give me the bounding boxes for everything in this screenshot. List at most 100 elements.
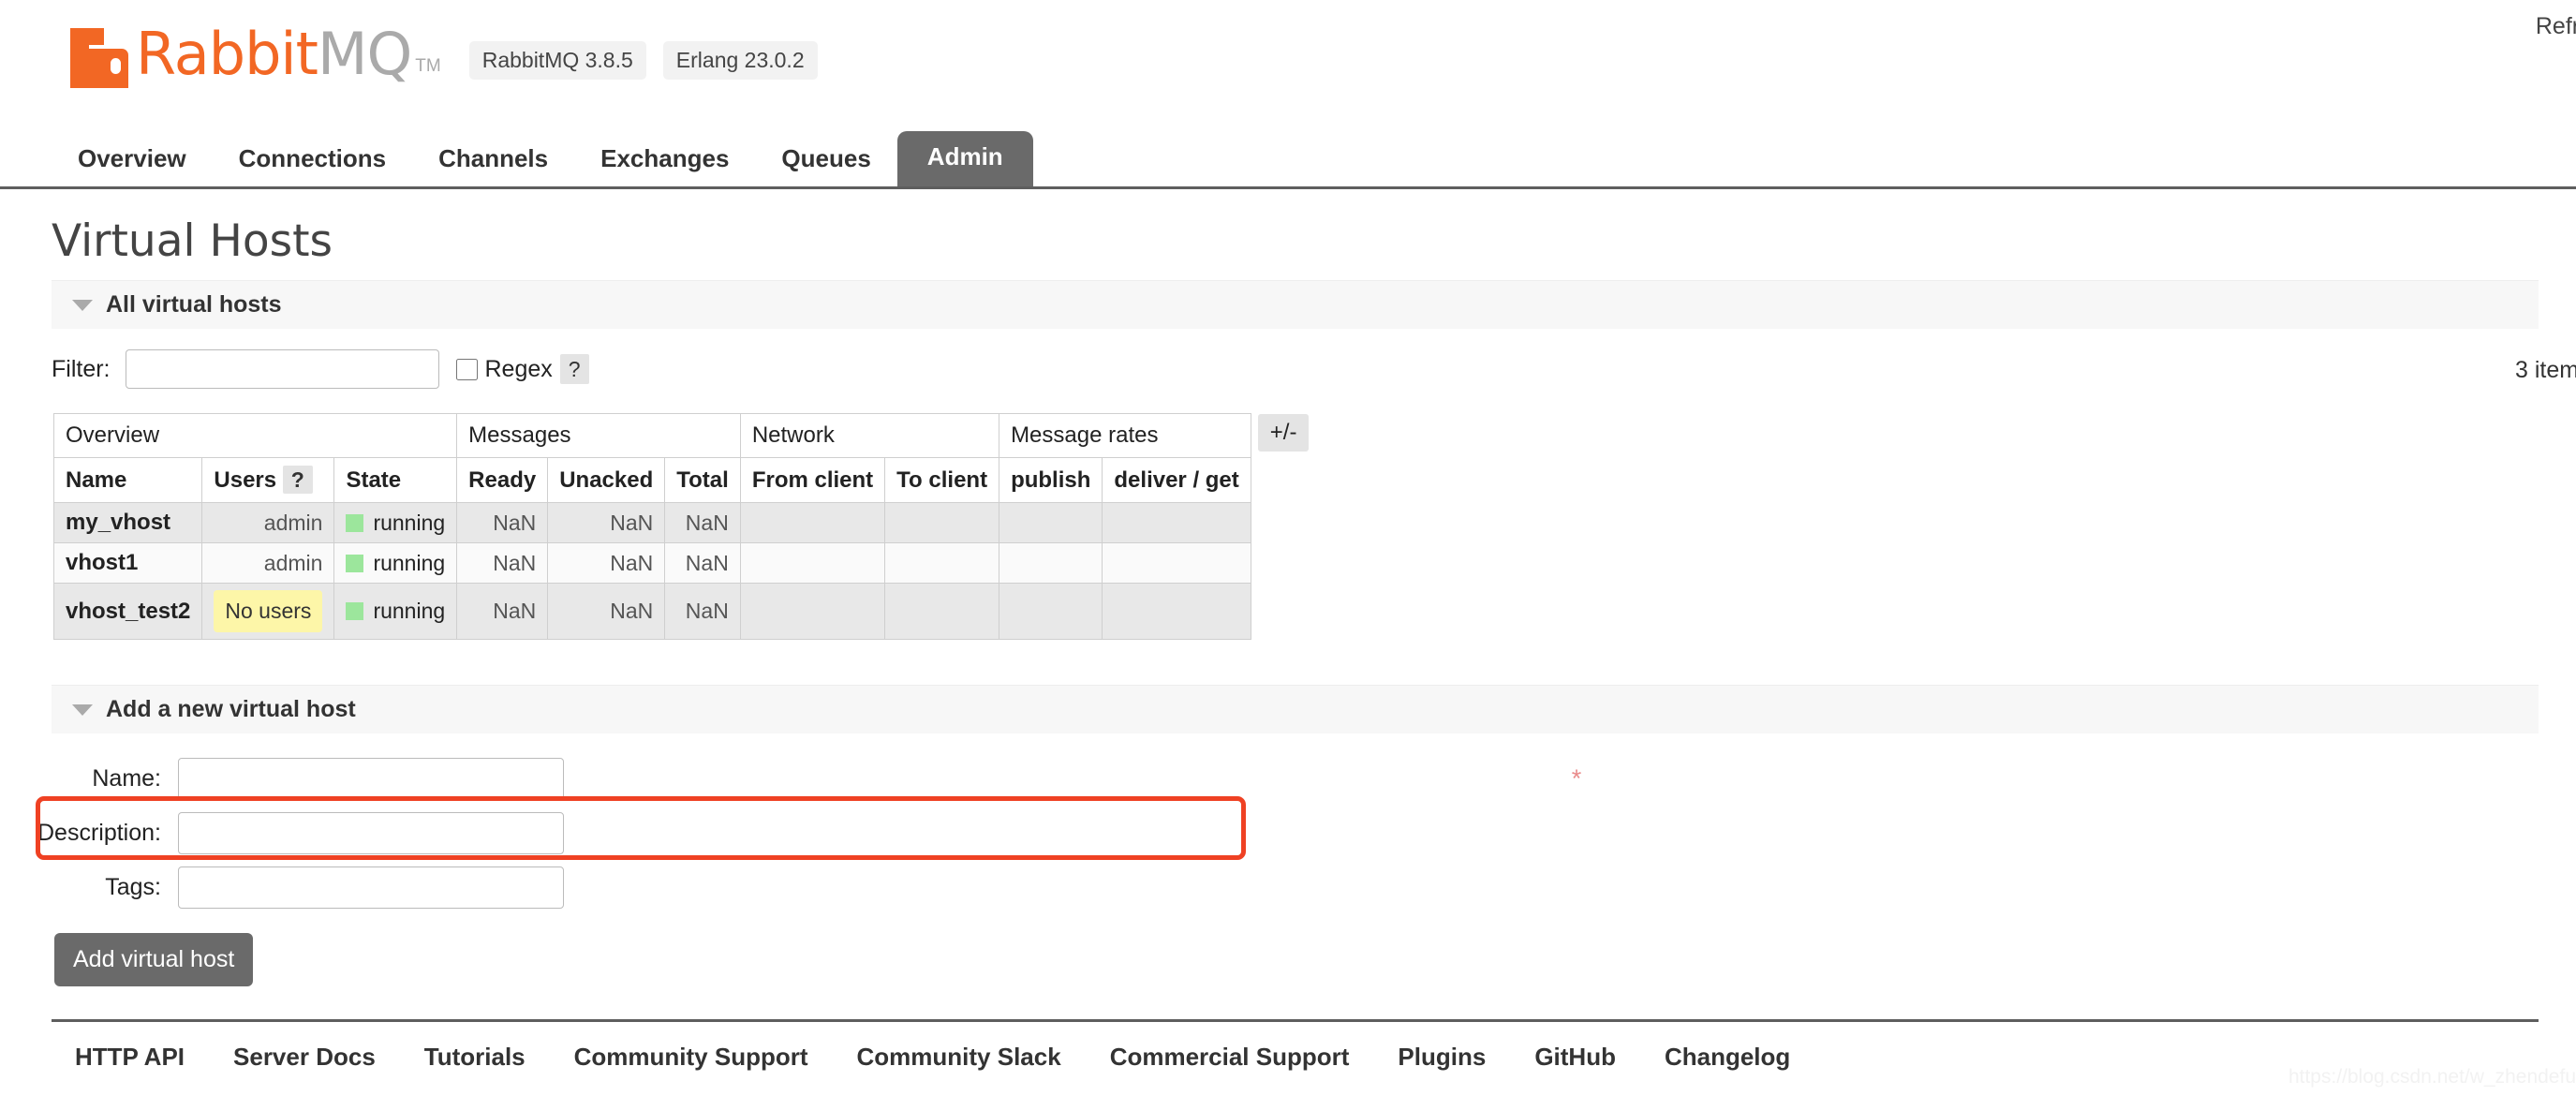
col-to-client[interactable]: To client: [884, 457, 1000, 503]
vhost-users: admin: [201, 542, 335, 584]
toggle-columns-button[interactable]: +/-: [1257, 414, 1310, 452]
regex-help-icon[interactable]: ?: [559, 354, 589, 384]
vhost-unacked: NaN: [547, 502, 666, 543]
col-total[interactable]: Total: [664, 457, 741, 503]
footer-link-plugins[interactable]: Plugins: [1398, 1043, 1486, 1072]
vhost-table-wrap: Overview Messages Network Message rates …: [52, 413, 2576, 640]
vhost-users: No users: [201, 583, 335, 640]
vhost-name[interactable]: my_vhost: [52, 502, 203, 543]
no-users-badge: No users: [214, 590, 323, 632]
brand-wordmark[interactable]: RabbitMQ: [136, 25, 412, 83]
vhost-state: running: [333, 502, 458, 543]
footer-link-community-support[interactable]: Community Support: [574, 1043, 808, 1072]
items-count-label: 3 items, pa: [2515, 357, 2576, 383]
description-input[interactable]: [178, 812, 564, 854]
add-virtual-host-form: Name: * Description: Tags:: [0, 758, 2576, 909]
required-marker: *: [1571, 764, 1582, 792]
footer-link-github[interactable]: GitHub: [1534, 1043, 1616, 1072]
filter-input[interactable]: [125, 349, 439, 389]
vhost-ready: NaN: [456, 542, 549, 584]
col-ready[interactable]: Ready: [456, 457, 549, 503]
vhost-deliver-get: [1102, 542, 1251, 584]
col-users[interactable]: Users ?: [201, 457, 335, 503]
page-footer: HTTP API Server Docs Tutorials Community…: [0, 1019, 2576, 1088]
group-header-messages: Messages: [456, 413, 741, 458]
main-nav: Overview Connections Channels Exchanges …: [0, 131, 2576, 189]
col-unacked[interactable]: Unacked: [547, 457, 666, 503]
vhost-to-client: [884, 502, 1000, 543]
vhost-total: NaN: [664, 542, 741, 584]
table-column-header-row: Name Users ? State Ready Unacked Total F…: [52, 457, 1251, 503]
state-running-icon: [346, 602, 364, 620]
regex-toggle-group: Regex ?: [455, 354, 589, 384]
all-virtual-hosts-title: All virtual hosts: [106, 291, 282, 318]
vhost-to-client: [884, 583, 1000, 640]
name-input[interactable]: [178, 758, 564, 800]
brand-mq-text: MQ: [317, 20, 412, 88]
table-row[interactable]: my_vhost admin running NaN NaN NaN: [52, 502, 1251, 543]
rabbitmq-logo-icon: [70, 21, 128, 88]
footer-link-server-docs[interactable]: Server Docs: [233, 1043, 376, 1072]
footer-link-community-slack[interactable]: Community Slack: [857, 1043, 1061, 1072]
table-group-header-row: Overview Messages Network Message rates: [52, 413, 1251, 458]
add-virtual-host-button[interactable]: Add virtual host: [54, 933, 254, 986]
vhost-from-client: [739, 583, 886, 640]
vhost-state: running: [333, 542, 458, 584]
vhost-name[interactable]: vhost_test2: [52, 583, 203, 640]
col-name[interactable]: Name: [52, 457, 203, 503]
tab-connections[interactable]: Connections: [213, 135, 412, 186]
group-header-message-rates: Message rates: [999, 413, 1251, 458]
all-virtual-hosts-section-header[interactable]: All virtual hosts: [52, 280, 2539, 329]
table-row[interactable]: vhost_test2 No users running NaN NaN NaN: [52, 583, 1251, 640]
group-header-network: Network: [739, 413, 1000, 458]
col-publish[interactable]: publish: [999, 457, 1103, 503]
state-running-icon: [346, 554, 364, 572]
users-help-icon[interactable]: ?: [282, 466, 313, 494]
page-header: RabbitMQ TM RabbitMQ 3.8.5 Erlang 23.0.2…: [0, 0, 2576, 131]
refresh-status-label: Refre: [2535, 13, 2576, 39]
virtual-hosts-table: Overview Messages Network Message rates …: [52, 413, 1251, 640]
chevron-down-icon[interactable]: [72, 704, 93, 716]
regex-checkbox[interactable]: [455, 358, 478, 380]
footer-link-tutorials[interactable]: Tutorials: [424, 1043, 526, 1072]
vhost-state-label: running: [373, 599, 446, 623]
add-virtual-host-title: Add a new virtual host: [106, 696, 356, 722]
vhost-unacked: NaN: [547, 542, 666, 584]
state-running-icon: [346, 513, 364, 532]
vhost-to-client: [884, 542, 1000, 584]
group-header-overview: Overview: [52, 413, 458, 458]
vhost-state-label: running: [373, 550, 446, 575]
footer-link-http-api[interactable]: HTTP API: [75, 1043, 185, 1072]
vhost-users: admin: [201, 502, 335, 543]
vhost-publish: [999, 502, 1103, 543]
tab-exchanges[interactable]: Exchanges: [574, 135, 755, 186]
tab-admin[interactable]: Admin: [896, 131, 1033, 186]
table-row[interactable]: vhost1 admin running NaN NaN NaN: [52, 542, 1251, 584]
vhost-name[interactable]: vhost1: [52, 542, 203, 584]
filter-label: Filter:: [52, 355, 111, 382]
tab-overview[interactable]: Overview: [52, 135, 213, 186]
page-title: Virtual Hosts: [52, 215, 333, 267]
footer-link-commercial-support[interactable]: Commercial Support: [1110, 1043, 1350, 1072]
vhost-state-label: running: [373, 510, 446, 535]
tab-channels[interactable]: Channels: [412, 135, 574, 186]
trademark-label: TM: [415, 56, 441, 76]
description-field-label: Description:: [37, 820, 161, 846]
main-content: Virtual Hosts All virtual hosts Filter: …: [0, 215, 2576, 986]
footer-link-changelog[interactable]: Changelog: [1665, 1043, 1790, 1072]
version-pills: RabbitMQ 3.8.5 Erlang 23.0.2: [468, 30, 818, 80]
vhost-state: running: [333, 583, 458, 640]
add-virtual-host-section: Add a new virtual host Name: * Descripti…: [0, 685, 2576, 986]
col-from-client[interactable]: From client: [739, 457, 886, 503]
add-virtual-host-section-header[interactable]: Add a new virtual host: [52, 685, 2539, 733]
col-deliver-get[interactable]: deliver / get: [1102, 457, 1251, 503]
name-field-label: Name:: [92, 765, 161, 792]
watermark-text: https://blog.csdn.net/w_zhendefu: [2287, 1066, 2576, 1088]
vhost-deliver-get: [1102, 502, 1251, 543]
tab-queues[interactable]: Queues: [755, 135, 896, 186]
col-state[interactable]: State: [333, 457, 458, 503]
chevron-down-icon[interactable]: [72, 299, 93, 311]
erlang-version-pill: Erlang 23.0.2: [662, 40, 818, 80]
tags-input[interactable]: [178, 866, 564, 909]
vhost-from-client: [739, 502, 886, 543]
